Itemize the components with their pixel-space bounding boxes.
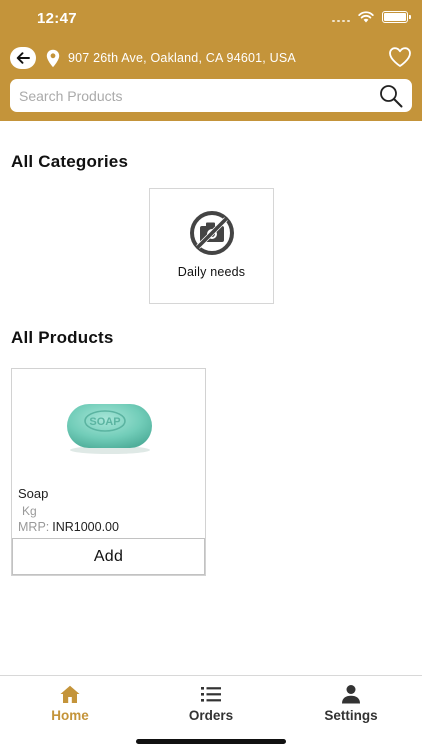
app-header: 12:47 907 26th Ave, Oakland, CA 94601, U… <box>0 0 422 121</box>
soap-product-image: SOAP <box>67 404 152 454</box>
products-heading: All Products <box>11 328 114 347</box>
home-icon <box>60 685 80 703</box>
product-name: Soap <box>18 486 49 501</box>
status-time: 12:47 <box>37 10 77 27</box>
location-bar: 907 26th Ave, Oakland, CA 94601, USA <box>10 45 412 71</box>
tab-home[interactable]: Home <box>20 684 120 723</box>
heart-icon[interactable] <box>388 46 412 68</box>
search-input[interactable] <box>19 87 378 104</box>
no-photo-icon <box>189 211 234 255</box>
categories-heading: All Categories <box>11 152 129 171</box>
battery-icon <box>382 11 411 23</box>
person-icon <box>342 685 360 704</box>
location-pin-icon <box>46 48 60 68</box>
search-bar[interactable] <box>10 79 412 112</box>
search-icon[interactable] <box>378 83 404 109</box>
status-icons <box>332 11 411 23</box>
list-icon <box>201 687 221 702</box>
add-to-cart-button[interactable]: Add <box>12 538 205 575</box>
tab-label-settings: Settings <box>324 708 378 723</box>
cellular-signal-icon <box>332 12 350 22</box>
tab-settings[interactable]: Settings <box>301 684 401 723</box>
soap-imprint-text: SOAP <box>89 416 120 428</box>
product-price-row: MRP: INR1000.00 <box>18 520 119 534</box>
tab-orders[interactable]: Orders <box>161 684 261 723</box>
product-unit: Kg <box>22 504 37 518</box>
category-card-daily-needs[interactable]: Daily needs <box>149 188 274 304</box>
tab-label-orders: Orders <box>188 708 234 723</box>
home-indicator <box>136 739 286 744</box>
product-card-soap[interactable]: SOAP Soap Kg MRP: INR1000.00 Add <box>11 368 206 576</box>
tab-label-home: Home <box>51 708 89 723</box>
category-label: Daily needs <box>177 265 246 279</box>
wifi-icon <box>358 11 374 23</box>
back-arrow-icon <box>16 52 30 64</box>
back-button[interactable] <box>10 47 36 69</box>
mrp-label: MRP: <box>18 520 50 534</box>
delivery-address[interactable]: 907 26th Ave, Oakland, CA 94601, USA <box>68 51 296 65</box>
product-price: INR1000.00 <box>52 520 119 534</box>
